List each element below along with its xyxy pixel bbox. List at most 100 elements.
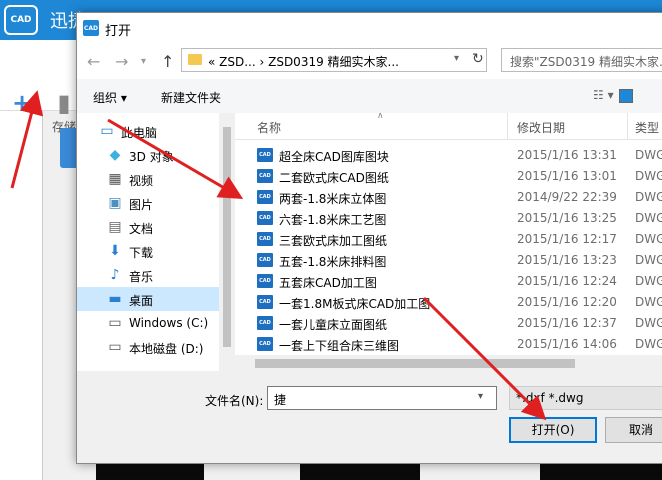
nav-item-label: 文档: [129, 222, 154, 236]
file-date: 2015/1/16 13:01: [517, 169, 617, 183]
nav-item-this-pc[interactable]: ▭ 此电脑: [77, 119, 235, 143]
file-name: 一套1.8M板式床CAD加工图: [279, 297, 431, 311]
cad-file-icon: CAD: [257, 211, 273, 225]
file-type: DWG: [635, 295, 662, 309]
organize-button[interactable]: 组织 ▾: [93, 89, 127, 106]
column-divider[interactable]: [507, 113, 508, 139]
column-date[interactable]: 修改日期: [517, 119, 565, 136]
cube-icon: ◆: [109, 147, 121, 163]
nav-item-label: 图片: [129, 198, 154, 212]
drive-icon: ▭: [108, 315, 122, 331]
open-file-dialog: CAD 打开 ← → ▾ ↑ « ZSD... › ZSD0319 精细实木家.…: [76, 12, 662, 464]
file-name: 一套儿童床立面图纸: [279, 318, 388, 332]
nav-item-drive-c[interactable]: ▭ Windows (C:): [77, 311, 235, 335]
nav-item-label: 音乐: [129, 270, 154, 284]
sort-indicator-icon: ∧: [377, 113, 384, 121]
up-arrow-icon[interactable]: ↑: [161, 52, 174, 71]
file-row[interactable]: CAD 五套床CAD加工图 2015/1/16 12:24 DWG: [235, 271, 662, 292]
file-row[interactable]: CAD 一套上下组合床三维图 2015/1/16 14:06 DWG: [235, 334, 662, 355]
forward-arrow-icon[interactable]: →: [115, 52, 128, 71]
file-type: DWG: [635, 232, 662, 246]
address-path: « ZSD... › ZSD0319 精细实木家...: [208, 55, 399, 69]
file-date: 2015/1/16 13:23: [517, 253, 617, 267]
column-name[interactable]: 名称: [257, 119, 281, 136]
nav-item-label: 本地磁盘 (D:): [129, 342, 204, 356]
nav-item-label: Windows (C:): [129, 316, 209, 330]
download-icon: ⬇: [109, 243, 121, 259]
app-left-pane: [0, 111, 43, 480]
nav-item-desktop[interactable]: ▬ 桌面: [77, 287, 235, 311]
file-type: DWG: [635, 337, 662, 351]
file-name: 两套-1.8米床立体图: [279, 192, 387, 206]
nav-item-label: 视频: [129, 174, 154, 188]
column-type[interactable]: 类型: [635, 119, 659, 136]
nav-item-label: 3D 对象: [129, 150, 174, 164]
nav-item-3d-objects[interactable]: ◆ 3D 对象: [77, 143, 235, 167]
file-row[interactable]: CAD 超全床CAD图库图块 2015/1/16 13:31 DWG: [235, 145, 662, 166]
file-date: 2015/1/16 12:24: [517, 274, 617, 288]
nav-item-documents[interactable]: ▤ 文档: [77, 215, 235, 239]
file-date: 2015/1/16 12:17: [517, 232, 617, 246]
command-bar: 组织 ▾ 新建文件夹 ☷ ▾: [77, 79, 662, 114]
nav-item-downloads[interactable]: ⬇ 下载: [77, 239, 235, 263]
cancel-button[interactable]: 取消: [605, 417, 662, 443]
dialog-titlebar: CAD 打开: [77, 13, 662, 43]
file-type: DWG: [635, 169, 662, 183]
cad-file-icon: CAD: [257, 274, 273, 288]
file-name: 一套上下组合床三维图: [279, 339, 400, 353]
file-type-select[interactable]: *.dxf *.dwg: [509, 386, 662, 410]
file-type: DWG: [635, 190, 662, 204]
filename-input[interactable]: 捷 ▾: [267, 386, 497, 410]
file-row[interactable]: CAD 一套儿童床立面图纸 2015/1/16 12:37 DWG: [235, 313, 662, 334]
column-header: ∧ 名称 修改日期 类型: [235, 113, 662, 140]
file-type: DWG: [635, 274, 662, 288]
file-name: 五套床CAD加工图: [279, 276, 377, 290]
preview-pane-icon[interactable]: [619, 89, 633, 103]
file-name: 二套欧式床CAD图纸: [279, 171, 389, 185]
file-row[interactable]: CAD 六套-1.8米床工艺图 2015/1/16 13:25 DWG: [235, 208, 662, 229]
nav-scrollbar-thumb[interactable]: [223, 127, 231, 347]
search-input[interactable]: 搜索"ZSD0319 精细实木家...: [501, 48, 662, 72]
nav-item-label: 桌面: [129, 294, 154, 308]
nav-item-videos[interactable]: ▦ 视频: [77, 167, 235, 191]
view-options-icon[interactable]: ☷ ▾: [593, 88, 614, 102]
cad-file-icon: CAD: [257, 337, 273, 351]
nav-item-music[interactable]: ♪ 音乐: [77, 263, 235, 287]
address-bar[interactable]: « ZSD... › ZSD0319 精细实木家... ▾ ↻: [181, 48, 487, 72]
file-row[interactable]: CAD 二套欧式床CAD图纸 2015/1/16 13:01 DWG: [235, 166, 662, 187]
file-row[interactable]: CAD 两套-1.8米床立体图 2014/9/22 22:39 DWG: [235, 187, 662, 208]
file-list: ∧ 名称 修改日期 类型 CAD 超全床CAD图库图块 2015/1/16 13…: [235, 113, 662, 371]
back-arrow-icon[interactable]: ←: [87, 52, 100, 71]
file-row[interactable]: CAD 三套欧式床加工图纸 2015/1/16 12:17 DWG: [235, 229, 662, 250]
music-icon: ♪: [110, 267, 120, 283]
app-logo: CAD: [4, 5, 38, 35]
navigation-pane: ▭ 此电脑 ◆ 3D 对象 ▦ 视频 ▣ 图片 ▤ 文档 ⬇ 下载 ♪ 音乐 ▬: [77, 113, 236, 371]
chevron-down-icon[interactable]: ▾: [478, 391, 483, 402]
file-name: 五套-1.8米床排料图: [279, 255, 387, 269]
file-date: 2015/1/16 14:06: [517, 337, 617, 351]
nav-item-drive-d[interactable]: ▭ 本地磁盘 (D:): [77, 335, 235, 359]
file-name: 超全床CAD图库图块: [279, 150, 389, 164]
chevron-down-icon[interactable]: ▾: [141, 56, 146, 67]
chevron-down-icon[interactable]: ▾: [454, 53, 459, 64]
refresh-icon[interactable]: ↻: [472, 51, 484, 67]
horizontal-scrollbar-thumb[interactable]: [255, 359, 575, 368]
file-row[interactable]: CAD 五套-1.8米床排料图 2015/1/16 13:23 DWG: [235, 250, 662, 271]
search-placeholder: 搜索"ZSD0319 精细实木家...: [510, 55, 662, 69]
cad-file-icon: CAD: [257, 253, 273, 267]
dialog-title: 打开: [105, 24, 132, 39]
navigation-bar: ← → ▾ ↑ « ZSD... › ZSD0319 精细实木家... ▾ ↻ …: [77, 43, 662, 79]
open-button[interactable]: 打开(O): [509, 417, 597, 443]
cad-file-icon: CAD: [257, 169, 273, 183]
computer-icon: ▭: [100, 123, 114, 139]
column-divider[interactable]: [627, 113, 628, 139]
cad-file-icon: CAD: [257, 148, 273, 162]
file-row[interactable]: CAD 一套1.8M板式床CAD加工图 2015/1/16 12:20 DWG: [235, 292, 662, 313]
picture-icon: ▣: [108, 195, 122, 211]
file-date: 2015/1/16 12:20: [517, 295, 617, 309]
nav-item-pictures[interactable]: ▣ 图片: [77, 191, 235, 215]
file-name: 六套-1.8米床工艺图: [279, 213, 387, 227]
new-folder-button[interactable]: 新建文件夹: [161, 89, 221, 106]
file-date: 2015/1/16 12:37: [517, 316, 617, 330]
file-date: 2015/1/16 13:25: [517, 211, 617, 225]
